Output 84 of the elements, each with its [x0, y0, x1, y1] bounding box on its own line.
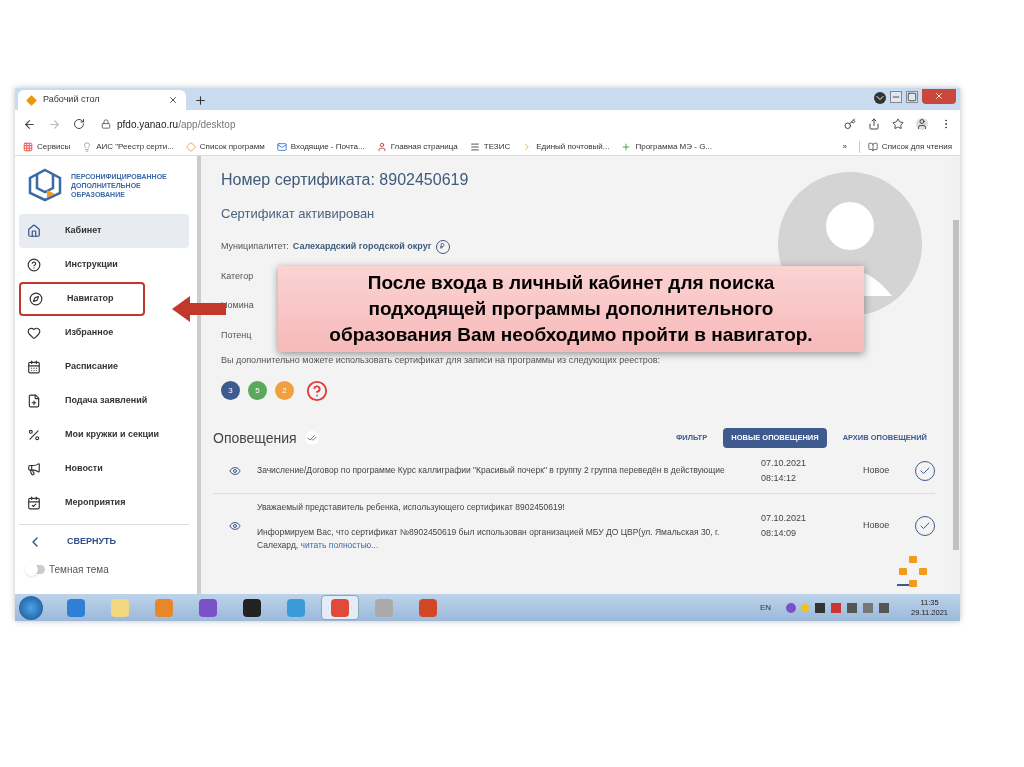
plus-icon	[621, 141, 632, 152]
callout-text: После входа в личный кабинет для поиска подходящей программы дополнительного образования Вам необходимо пройти в навигатор.	[328, 271, 814, 347]
municipality-value: Салехардский городской округ	[292, 239, 432, 253]
share-icon[interactable]	[868, 118, 880, 130]
notification-text: Информируем Вас, что сертификат №8902450619 был использован организацией МБУ ДО ЦВР(ул. Ямальская 30, г. Салехард, читать полностью...	[257, 525, 721, 552]
eye-icon[interactable]	[229, 520, 241, 532]
certificate-status: Сертификат активирован	[221, 205, 375, 223]
home-icon	[27, 224, 41, 238]
bookmark[interactable]: АИС "Реестр серти...	[82, 140, 174, 153]
bookmark[interactable]: Сервисы	[23, 140, 71, 153]
double-check-icon[interactable]	[304, 431, 319, 445]
browser-tab[interactable]: Рабочий стол	[18, 90, 186, 110]
municipality-label: Муниципалитет:	[221, 239, 289, 253]
cube-logo-icon	[27, 168, 63, 202]
start-button[interactable]	[19, 595, 43, 620]
new-tab-icon[interactable]	[194, 94, 207, 107]
close-button[interactable]	[922, 88, 956, 104]
reading-list[interactable]: Список для чтения	[858, 140, 952, 153]
help-icon[interactable]	[306, 379, 328, 402]
collapse-button[interactable]: СВЕРНУТЬ	[19, 524, 189, 558]
notification-text: Зачисление/Договор по программе Курс каллиграфии "Красивый почерк" в группу 2 группа переведён в действующие	[257, 464, 726, 477]
file-plus-icon	[27, 394, 41, 408]
bookmark[interactable]: Программа МЭ - G...	[621, 140, 713, 153]
section-title: Оповещения	[213, 428, 297, 448]
notification-date: 07.10.2021	[761, 512, 808, 525]
grid-icon	[23, 141, 33, 152]
bookmark[interactable]: ТЕЗИС	[469, 140, 511, 153]
notification-status: Новое	[863, 463, 891, 477]
language-indicator[interactable]: EN	[759, 601, 771, 614]
notification-text: Уважаемый представитель ребенка, использующего сертификат 8902450619!	[257, 500, 566, 514]
certificate-title: Номер сертификата: 8902450619	[221, 170, 469, 190]
lightbulb-icon	[82, 141, 93, 152]
profile-icon[interactable]	[916, 118, 928, 130]
notification-time: 08:14:09	[761, 527, 798, 540]
sidebar-item[interactable]: Подача заявлений	[19, 384, 189, 418]
notification-date: 07.10.2021	[761, 456, 808, 470]
percent-icon	[27, 428, 41, 442]
registries-text: Вы дополнительно можете использовать сертификат для записи на программы из следующих реестров:	[220, 354, 662, 367]
key-icon[interactable]	[844, 118, 856, 130]
list-icon	[867, 141, 878, 152]
diamond-icon	[26, 94, 37, 106]
mail-icon	[276, 141, 287, 152]
scrollbar-thumb[interactable]	[952, 220, 959, 550]
megaphone-icon	[27, 462, 41, 476]
back-icon[interactable]	[23, 117, 36, 131]
calendar-icon	[27, 496, 41, 510]
dropdown-icon[interactable]	[874, 92, 886, 104]
sidebar-item[interactable]: Инструкции	[19, 248, 189, 282]
sidebar-item[interactable]: Новости	[19, 452, 189, 486]
close-icon	[934, 91, 944, 101]
reload-icon[interactable]	[73, 118, 85, 130]
minimize-icon[interactable]	[890, 91, 902, 103]
bookmark[interactable]: Список программ	[185, 140, 265, 153]
compass-icon	[29, 292, 43, 306]
bookmark[interactable]: Единый почтовый...	[522, 140, 610, 153]
sidebar-item[interactable]: Мои кружки и секции	[19, 418, 189, 452]
star-icon[interactable]	[892, 118, 904, 130]
diamond-icon	[185, 141, 196, 152]
person-icon	[376, 141, 387, 152]
more-bookmarks[interactable]: »	[842, 140, 847, 153]
sidebar-item[interactable]: Кабинет	[19, 214, 189, 248]
sidebar-item[interactable]: Мероприятия	[19, 486, 189, 520]
registry-badge[interactable]: 3	[221, 381, 240, 400]
maximize-icon[interactable]	[906, 91, 918, 103]
notification-status: Новое	[863, 519, 891, 533]
sidebar-item[interactable]: Навигатор	[19, 282, 145, 316]
field-label: Категор	[221, 269, 254, 283]
help-icon	[27, 258, 41, 272]
calendar-icon	[27, 360, 41, 374]
eye-icon[interactable]	[229, 464, 241, 477]
lock-icon	[101, 119, 111, 129]
sidebar-item[interactable]: Расписание	[19, 350, 189, 384]
read-more-link[interactable]: читать полностью...	[300, 539, 379, 550]
notification-time: 08:14:12	[761, 471, 798, 485]
heart-icon	[27, 326, 41, 340]
close-icon[interactable]	[168, 95, 178, 105]
bookmark[interactable]: Главная страница	[376, 140, 458, 153]
menu-icon	[469, 141, 480, 152]
sidebar-item[interactable]: Избранное	[19, 316, 189, 350]
toggle-label: Темная тема	[49, 563, 109, 577]
toggle-switch[interactable]	[27, 565, 45, 574]
field-label: Потенц	[221, 328, 252, 342]
bookmark[interactable]: Входящие - Почта...	[276, 140, 365, 153]
support-widget-icon[interactable]	[897, 556, 929, 588]
